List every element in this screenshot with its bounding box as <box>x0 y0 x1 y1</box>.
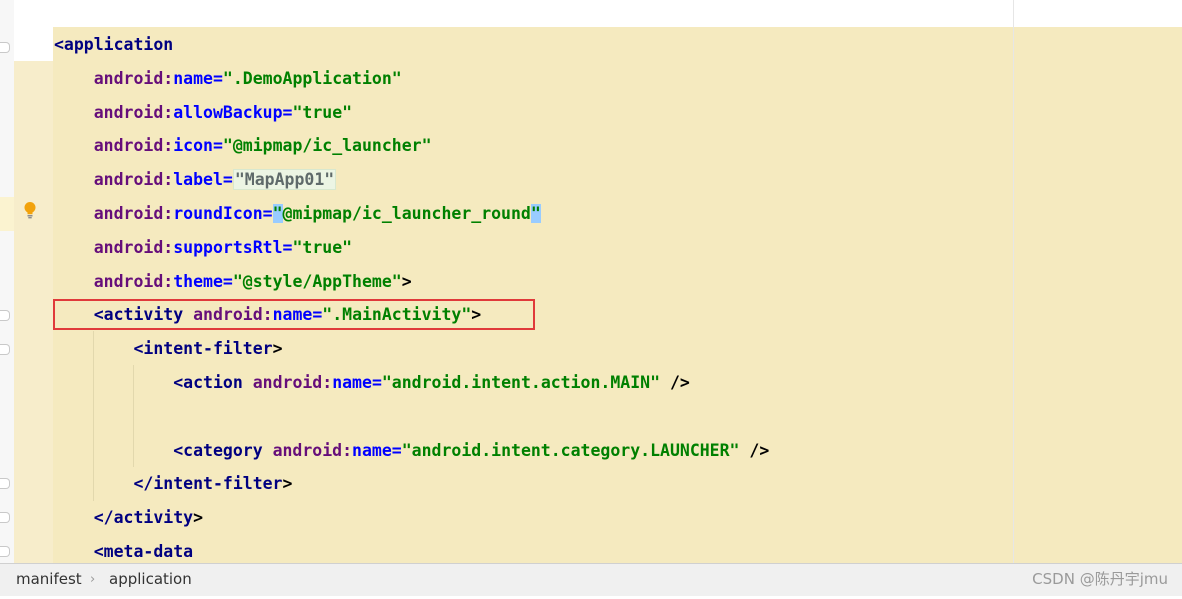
code-token-ns: android: <box>93 271 174 291</box>
code-token-attr: icon <box>173 136 213 156</box>
code-token-tag: </intent-filter <box>133 474 283 494</box>
code-token-eq: = <box>282 237 293 257</box>
code-token-attr: label <box>173 170 223 190</box>
code-line[interactable]: android:icon="@mipmap/ic_launcher" <box>54 129 432 163</box>
code-token-tag: <action <box>173 373 253 392</box>
code-token-val: ".DemoApplication" <box>222 68 402 88</box>
code-token-tag: <category <box>173 440 273 460</box>
code-token-val: "android.intent.category.LAUNCHER" <box>401 440 740 460</box>
code-token-punct: /> <box>739 440 770 460</box>
code-line[interactable]: android:theme="@style/AppTheme"> <box>54 265 412 299</box>
code-token-val: "@mipmap/ic_launcher" <box>222 136 432 156</box>
code-token-punct: > <box>401 271 412 291</box>
code-line[interactable]: android:name=".DemoApplication" <box>54 62 402 96</box>
code-token-tag: </activity <box>93 508 194 528</box>
code-token-attr: supportsRtl <box>173 237 283 257</box>
code-token-eq: = <box>212 68 223 88</box>
code-line[interactable]: android:roundIcon="@mipmap/ic_launcher_r… <box>54 197 541 231</box>
breadcrumb-bar: manifest › application CSDN @陈丹宇jmu <box>0 563 1182 596</box>
code-token-ns: android: <box>93 237 174 257</box>
fold-marker[interactable] <box>0 42 10 53</box>
code-token-eq: = <box>222 271 233 291</box>
code-token-tag: <meta-data <box>93 542 194 561</box>
code-token-attr: name <box>173 68 213 88</box>
code-token-eq: = <box>222 170 233 190</box>
code-line[interactable]: <meta-data <box>54 535 193 563</box>
code-token-attr: name <box>352 440 392 460</box>
code-token-val: "true" <box>292 237 353 257</box>
code-token-ns: android: <box>93 136 174 156</box>
code-line[interactable]: <application <box>54 28 173 62</box>
current-line-gutter <box>0 197 14 231</box>
code-line[interactable]: </intent-filter> <box>54 467 292 501</box>
code-quote-highlight: " <box>530 204 541 223</box>
breadcrumb-separator: › <box>90 572 96 587</box>
code-token-val: @mipmap/ic_launcher_round <box>282 204 531 223</box>
annotation-highlight-box <box>53 299 535 330</box>
fold-marker[interactable] <box>0 478 10 489</box>
code-token-tag: <application <box>54 35 174 54</box>
code-token-ns: android: <box>252 373 333 392</box>
code-line[interactable]: <action android:name="android.intent.act… <box>54 366 690 400</box>
breadcrumb-application[interactable]: application <box>109 564 192 595</box>
code-token-attr: name <box>332 373 372 392</box>
editor-gutter[interactable] <box>0 0 14 563</box>
code-line[interactable]: android:label= "MapApp01" <box>54 163 337 197</box>
fold-marker[interactable] <box>0 310 10 321</box>
code-token-ns: android: <box>93 68 174 88</box>
fold-marker[interactable] <box>0 546 10 557</box>
code-editor[interactable]: <application android:name=".DemoApplicat… <box>0 0 1182 563</box>
code-token-val: "true" <box>292 102 353 122</box>
breadcrumb-manifest[interactable]: manifest <box>16 564 82 595</box>
code-token-punct: > <box>282 474 293 494</box>
code-line[interactable]: </activity> <box>54 501 203 535</box>
code-token-attr: roundIcon <box>173 204 263 223</box>
lightbulb-icon[interactable] <box>23 201 37 219</box>
fold-marker[interactable] <box>0 512 10 523</box>
code-line[interactable]: <intent-filter> <box>54 332 283 366</box>
code-token-attr: theme <box>173 271 223 291</box>
code-token-attr: allowBackup <box>173 102 283 122</box>
code-token-val: "android.intent.action.MAIN" <box>381 373 661 392</box>
code-token-eq: = <box>371 373 382 392</box>
code-token-eq: = <box>212 136 223 156</box>
code-token-tag: <intent-filter <box>133 339 273 359</box>
code-token-punct: > <box>193 508 204 528</box>
code-token-ns: android: <box>93 102 174 122</box>
right-margin-guide <box>1013 0 1014 563</box>
code-value-folded: "MapApp01" <box>232 169 337 191</box>
fold-marker[interactable] <box>0 344 10 355</box>
indent-band <box>14 61 53 563</box>
code-line[interactable]: android:supportsRtl="true" <box>54 231 352 265</box>
code-quote-highlight: " <box>272 204 283 223</box>
code-line[interactable]: android:allowBackup="true" <box>54 96 352 130</box>
code-token-eq: = <box>262 204 273 223</box>
code-line[interactable]: <category android:name="android.intent.c… <box>54 434 769 468</box>
code-token-eq: = <box>391 440 402 460</box>
code-token-ns: android: <box>93 204 174 223</box>
code-token-punct: > <box>272 339 283 359</box>
code-token-val: "@style/AppTheme" <box>232 271 402 291</box>
code-token-eq: = <box>282 102 293 122</box>
code-token-punct: /> <box>660 373 690 392</box>
code-token-ns: android: <box>93 170 174 190</box>
code-token-ns: android: <box>272 440 353 460</box>
watermark: CSDN @陈丹宇jmu <box>1032 570 1168 588</box>
